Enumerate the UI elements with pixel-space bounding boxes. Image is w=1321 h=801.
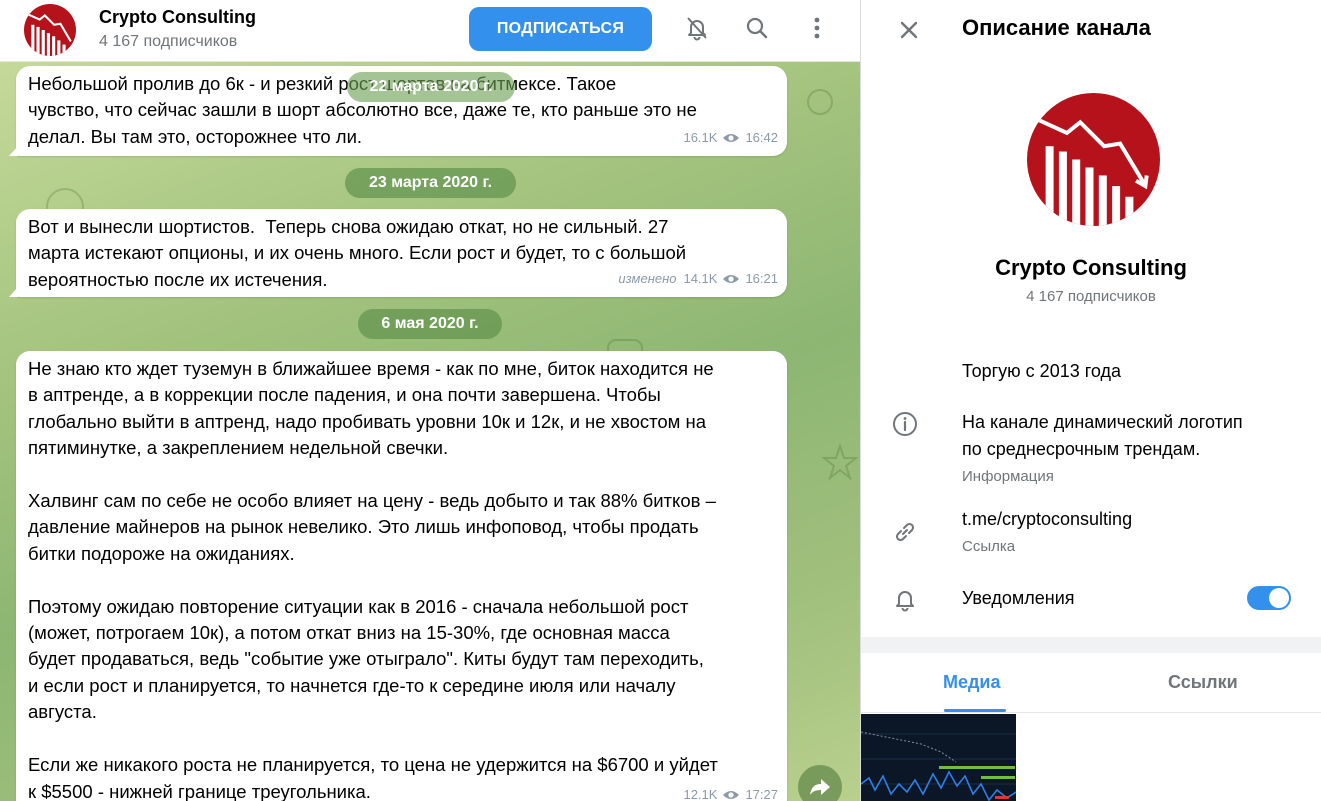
view-count: 16.1K xyxy=(683,129,718,145)
channel-info-panel: Описание канала Crypto Consulting 4 167 … xyxy=(861,0,1321,801)
tabs-divider xyxy=(861,712,1321,713)
tab-links[interactable]: Ссылки xyxy=(1168,672,1238,693)
tab-media[interactable]: Медиа xyxy=(943,672,1001,693)
more-button[interactable] xyxy=(801,12,833,44)
bell-off-icon xyxy=(687,17,707,41)
channel-logo-icon xyxy=(24,4,76,56)
view-count: 14.1K xyxy=(683,270,718,286)
date-separator: 6 мая 2020 г. xyxy=(358,309,502,339)
close-button[interactable] xyxy=(893,14,925,46)
link-icon xyxy=(889,516,921,548)
channel-name: Crypto Consulting xyxy=(995,255,1187,280)
channel-logo-icon xyxy=(1027,93,1160,226)
about-text: На канале динамический логотип по средне… xyxy=(962,412,1243,459)
panel-title: Описание канала xyxy=(962,15,1151,40)
message-meta: 12.1K 17:27 xyxy=(683,782,778,801)
doodle-icon xyxy=(807,89,833,115)
info-icon xyxy=(889,408,921,440)
floating-date: 22 марта 2020 г. xyxy=(347,72,515,102)
media-thumbnail[interactable] xyxy=(861,714,1016,801)
notifications-label: Уведомления xyxy=(962,588,1075,608)
chat-header: Crypto Consulting 4 167 подписчиков ПОДП… xyxy=(0,0,860,62)
channel-avatar-large[interactable] xyxy=(1027,93,1160,226)
channel-link[interactable]: t.me/cryptoconsulting xyxy=(962,506,1132,533)
channel-title[interactable]: Crypto Consulting xyxy=(99,7,256,28)
search-icon xyxy=(746,17,768,39)
forward-button[interactable] xyxy=(798,765,842,801)
chat-panel: Небольшой пролив до 6к - и резкий рост ш… xyxy=(0,0,861,801)
close-icon xyxy=(900,21,918,39)
eye-icon xyxy=(723,274,740,283)
channel-avatar[interactable] xyxy=(24,4,76,56)
doodle-icon xyxy=(821,442,859,481)
chart-thumbnail-image xyxy=(861,714,1016,801)
eye-icon xyxy=(723,790,740,799)
more-vertical-icon xyxy=(814,17,820,39)
message-meta: 16.1K 16:42 xyxy=(683,125,778,151)
forward-icon xyxy=(810,779,830,795)
message-text: Не знаю кто ждет туземун в ближайшее вре… xyxy=(28,358,718,801)
message-bubble[interactable]: Вот и вынесли шортистов. Теперь снова ож… xyxy=(9,209,787,297)
mute-button[interactable] xyxy=(681,12,713,44)
link-label: Ссылка xyxy=(962,538,1016,555)
date-separator: 23 марта 2020 г. xyxy=(345,168,516,198)
subscribe-button[interactable]: ПОДПИСАТЬСЯ xyxy=(469,7,652,51)
message-meta: изменено 14.1K 16:21 xyxy=(618,266,778,292)
message-time: 16:21 xyxy=(745,270,778,286)
message-time: 16:42 xyxy=(745,129,778,145)
edited-label: изменено xyxy=(618,270,677,286)
subscriber-count: 4 167 подписчиков xyxy=(1026,288,1156,305)
chat-background: Небольшой пролив до 6к - и резкий рост ш… xyxy=(0,62,860,801)
eye-icon xyxy=(723,133,740,142)
notifications-toggle[interactable] xyxy=(1247,586,1291,610)
section-divider xyxy=(861,637,1321,653)
subscriber-count: 4 167 подписчиков xyxy=(99,33,238,50)
message-time: 17:27 xyxy=(745,786,778,801)
about-label: Информация xyxy=(962,468,1054,485)
message-bubble[interactable]: Не знаю кто ждет туземун в ближайшее вре… xyxy=(16,351,787,801)
search-button[interactable] xyxy=(741,12,773,44)
channel-description: Торгую с 2013 года xyxy=(962,361,1122,381)
notifications-bell-icon xyxy=(889,583,921,615)
view-count: 12.1K xyxy=(683,786,718,801)
